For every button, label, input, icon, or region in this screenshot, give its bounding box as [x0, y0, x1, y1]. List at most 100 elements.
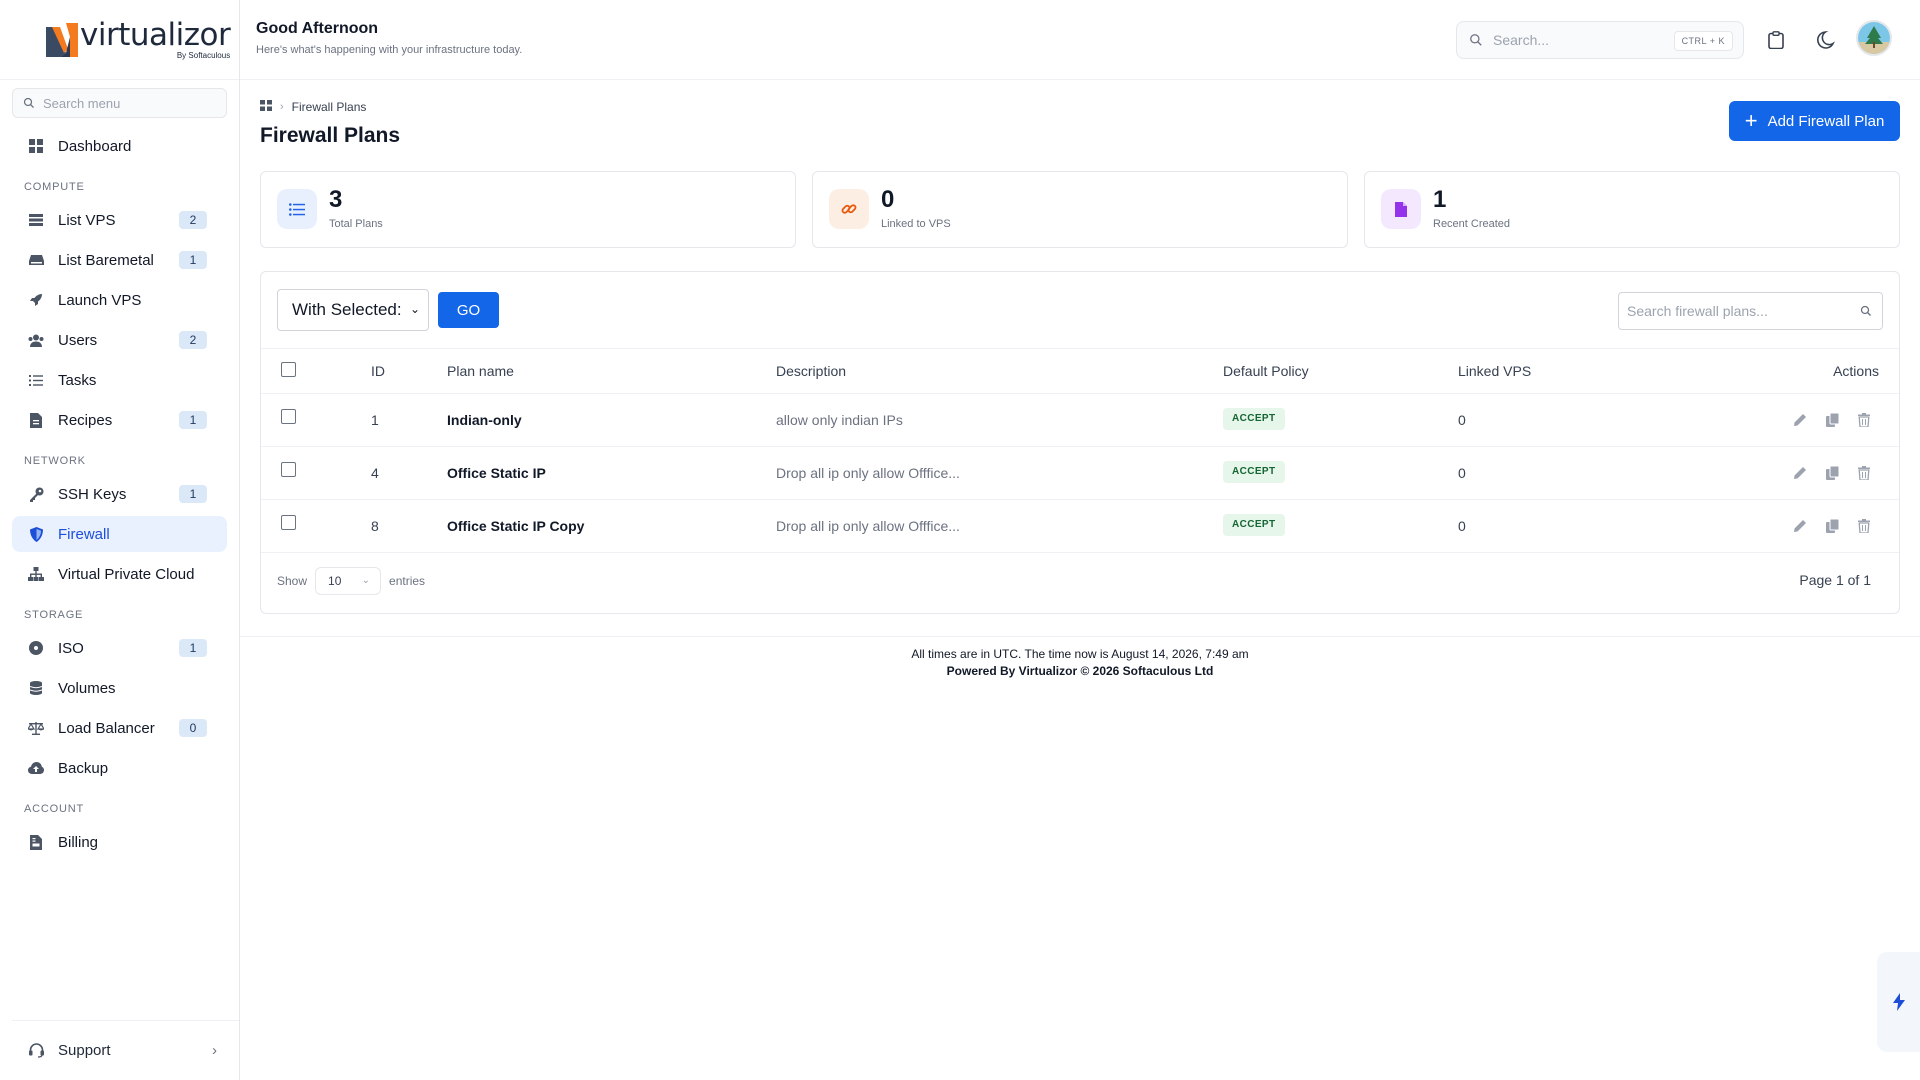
- stat-label: Linked to VPS: [881, 218, 951, 230]
- row-checkbox[interactable]: [281, 409, 296, 424]
- sidebar-item-vpc[interactable]: Virtual Private Cloud: [12, 556, 227, 592]
- select-all-checkbox[interactable]: [281, 362, 296, 377]
- column-header-default-policy[interactable]: Default Policy: [1223, 363, 1309, 379]
- breadcrumb: › Firewall Plans: [260, 100, 366, 114]
- table-search-input[interactable]: [1627, 303, 1847, 319]
- trash-icon[interactable]: [1855, 411, 1873, 429]
- virtualizor-logo-icon: [46, 22, 78, 57]
- stat-card-total-plans: 3 Total Plans: [260, 171, 796, 248]
- search-icon: [1470, 34, 1482, 46]
- policy-badge: ACCEPT: [1223, 408, 1285, 430]
- sidebar-item-ssh-keys[interactable]: SSH Keys 1: [12, 476, 227, 512]
- sidebar-item-list-baremetal[interactable]: List Baremetal 1: [12, 242, 227, 278]
- show-label: Show: [277, 574, 308, 588]
- row-description: allow only indian IPs: [776, 412, 903, 428]
- policy-badge: ACCEPT: [1223, 461, 1285, 483]
- bulk-action-select[interactable]: With Selected: ⌄: [277, 289, 429, 331]
- moon-icon[interactable]: [1815, 28, 1839, 52]
- sidebar-item-label: Users: [58, 331, 98, 349]
- chevron-right-icon: ›: [212, 1042, 217, 1059]
- row-plan-name[interactable]: Indian-only: [447, 412, 522, 428]
- clipboard-icon[interactable]: [1764, 28, 1788, 52]
- sidebar-item-label: ISO: [58, 639, 84, 657]
- page-size-value: 10: [328, 574, 342, 588]
- stats-row: 3 Total Plans 0 Linked to VPS 1 Recent C…: [260, 171, 1900, 248]
- chevron-right-icon: ›: [280, 101, 284, 113]
- row-checkbox[interactable]: [281, 515, 296, 530]
- top-header: Good Afternoon Here's what's happening w…: [240, 0, 1920, 80]
- sidebar-item-firewall[interactable]: Firewall: [12, 516, 227, 552]
- list-check-icon: [28, 372, 44, 388]
- sidebar-item-dashboard[interactable]: Dashboard: [12, 128, 227, 164]
- count-badge: 1: [179, 251, 207, 269]
- row-plan-name[interactable]: Office Static IP: [447, 465, 546, 481]
- brand-logo[interactable]: virtualizor By Softaculous: [0, 0, 239, 80]
- column-header-id[interactable]: ID: [371, 363, 385, 379]
- edit-pencil-icon[interactable]: [1791, 464, 1809, 482]
- copy-icon[interactable]: [1823, 517, 1841, 535]
- user-avatar[interactable]: [1856, 20, 1892, 56]
- go-button[interactable]: GO: [438, 292, 499, 328]
- copy-icon[interactable]: [1823, 464, 1841, 482]
- sidebar-item-tasks[interactable]: Tasks: [12, 362, 227, 398]
- hard-drive-icon: [28, 252, 44, 268]
- bulk-action-value: With Selected:: [292, 300, 402, 319]
- trash-icon[interactable]: [1855, 517, 1873, 535]
- sidebar-item-users[interactable]: Users 2: [12, 322, 227, 358]
- cloud-upload-icon: [28, 760, 44, 776]
- sidebar-item-label: Tasks: [58, 371, 97, 389]
- network-icon: [28, 566, 44, 582]
- users-icon: [28, 332, 44, 348]
- row-id: 8: [371, 518, 379, 534]
- plus-icon: +: [1744, 108, 1758, 133]
- row-id: 1: [371, 412, 379, 428]
- stat-value: 1: [1433, 186, 1447, 213]
- column-header-plan-name[interactable]: Plan name: [447, 363, 514, 379]
- section-storage: STORAGE: [24, 609, 84, 621]
- column-header-linked-vps[interactable]: Linked VPS: [1458, 363, 1531, 379]
- sidebar-item-support[interactable]: Support ›: [12, 1020, 239, 1080]
- column-header-description[interactable]: Description: [776, 363, 846, 379]
- add-button-label: Add Firewall Plan: [1767, 112, 1885, 130]
- sidebar-item-recipes[interactable]: Recipes 1: [12, 402, 227, 438]
- sidebar-item-label: Volumes: [58, 679, 116, 697]
- sidebar-item-launch-vps[interactable]: Launch VPS: [12, 282, 227, 318]
- greeting-title: Good Afternoon: [256, 20, 379, 37]
- sidebar-item-volumes[interactable]: Volumes: [12, 670, 227, 706]
- file-icon: [1381, 189, 1421, 229]
- support-label: Support: [58, 1042, 111, 1059]
- sidebar-item-billing[interactable]: Billing: [12, 824, 227, 860]
- sidebar-item-load-balancer[interactable]: Load Balancer 0: [12, 710, 227, 746]
- add-firewall-plan-button[interactable]: + Add Firewall Plan: [1729, 101, 1900, 141]
- trash-icon[interactable]: [1855, 464, 1873, 482]
- copy-icon[interactable]: [1823, 411, 1841, 429]
- footer-powered-by: Powered By Virtualizor © 2026 Softaculou…: [946, 664, 1214, 678]
- table-row: 8 Office Static IP Copy Drop all ip only…: [261, 500, 1899, 553]
- row-plan-name[interactable]: Office Static IP Copy: [447, 518, 584, 534]
- brand-name: virtualizor: [80, 16, 231, 53]
- quick-actions-tab[interactable]: [1877, 952, 1920, 1052]
- global-search-input[interactable]: [1493, 32, 1663, 48]
- brand-byline: By Softaculous: [176, 50, 231, 60]
- count-badge: 0: [179, 719, 207, 737]
- row-checkbox[interactable]: [281, 462, 296, 477]
- sidebar-item-backup[interactable]: Backup: [12, 750, 227, 786]
- search-icon: [23, 97, 34, 108]
- table-search: [1618, 292, 1883, 330]
- lightning-icon: [1892, 993, 1905, 1011]
- sidebar-search: [12, 88, 227, 118]
- sidebar-search-input[interactable]: [43, 95, 213, 111]
- edit-pencil-icon[interactable]: [1791, 411, 1809, 429]
- section-account: ACCOUNT: [24, 803, 84, 815]
- grid-icon[interactable]: [260, 100, 272, 114]
- section-network: NETWORK: [24, 455, 86, 467]
- section-compute: COMPUTE: [24, 181, 85, 193]
- search-icon[interactable]: [1860, 304, 1872, 322]
- edit-pencil-icon[interactable]: [1791, 517, 1809, 535]
- invoice-icon: [28, 834, 44, 850]
- table-row: 1 Indian-only allow only indian IPs ACCE…: [261, 394, 1899, 447]
- sidebar-item-list-vps[interactable]: List VPS 2: [12, 202, 227, 238]
- sidebar-item-label: Backup: [58, 759, 109, 777]
- sidebar-item-iso[interactable]: ISO 1: [12, 630, 227, 666]
- page-size-select[interactable]: 10 ⌄: [315, 567, 382, 595]
